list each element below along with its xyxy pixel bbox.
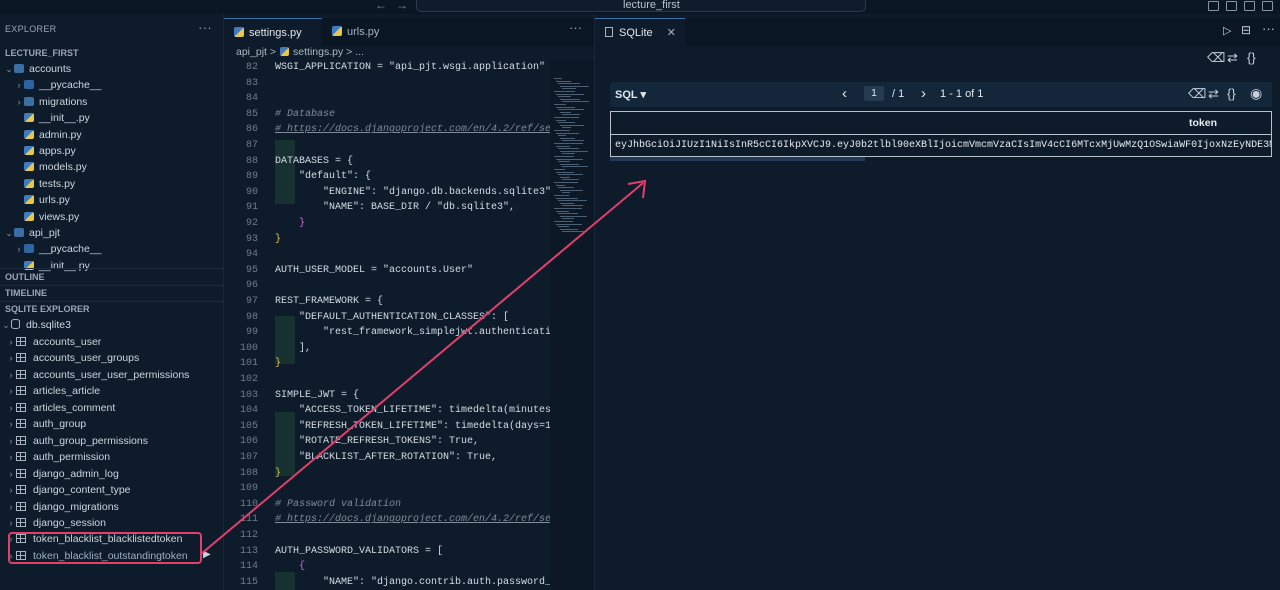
annotation-arrow xyxy=(200,179,647,555)
